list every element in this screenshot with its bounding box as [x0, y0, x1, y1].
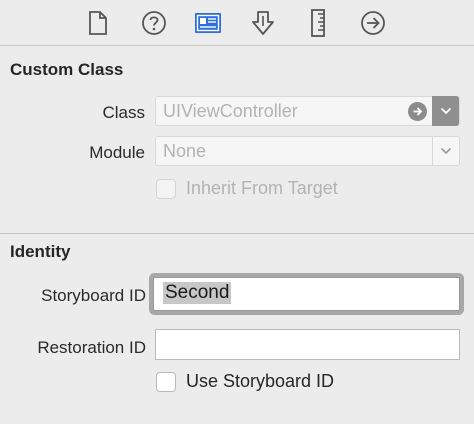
section-divider: [0, 233, 474, 234]
inherit-from-target-label: Inherit From Target: [186, 178, 338, 198]
restoration-id-field[interactable]: [155, 329, 460, 360]
identity-title: Identity: [10, 242, 71, 261]
inherit-from-target-checkbox[interactable]: [156, 179, 176, 199]
custom-class-title: Custom Class: [10, 60, 124, 79]
go-to-class-arrow-icon[interactable]: [408, 102, 427, 121]
class-dropdown-chevron-icon[interactable]: [432, 96, 459, 126]
module-combo[interactable]: None: [155, 136, 460, 166]
file-inspector-icon[interactable]: [83, 8, 113, 38]
connections-inspector-icon[interactable]: [358, 8, 388, 38]
identity-inspector-icon[interactable]: [193, 8, 223, 38]
class-value[interactable]: UIViewController: [163, 101, 298, 122]
size-inspector-icon[interactable]: [303, 8, 333, 38]
use-storyboard-id-label: Use Storyboard ID: [186, 371, 335, 391]
restoration-id-label: Restoration ID: [37, 338, 146, 357]
storyboard-id-value[interactable]: Second: [163, 282, 232, 304]
quick-help-icon[interactable]: [139, 8, 169, 38]
module-value[interactable]: None: [163, 141, 206, 162]
class-combo[interactable]: UIViewController: [155, 96, 460, 126]
class-label: Class: [102, 103, 145, 122]
storyboard-id-field[interactable]: Second: [153, 277, 460, 311]
module-label: Module: [89, 143, 145, 162]
inspector-toolbar: [0, 0, 474, 46]
storyboard-id-label: Storyboard ID: [41, 286, 146, 305]
use-storyboard-id-checkbox[interactable]: [156, 372, 176, 392]
attributes-inspector-icon[interactable]: [248, 8, 278, 38]
module-dropdown-chevron-icon[interactable]: [432, 136, 459, 166]
